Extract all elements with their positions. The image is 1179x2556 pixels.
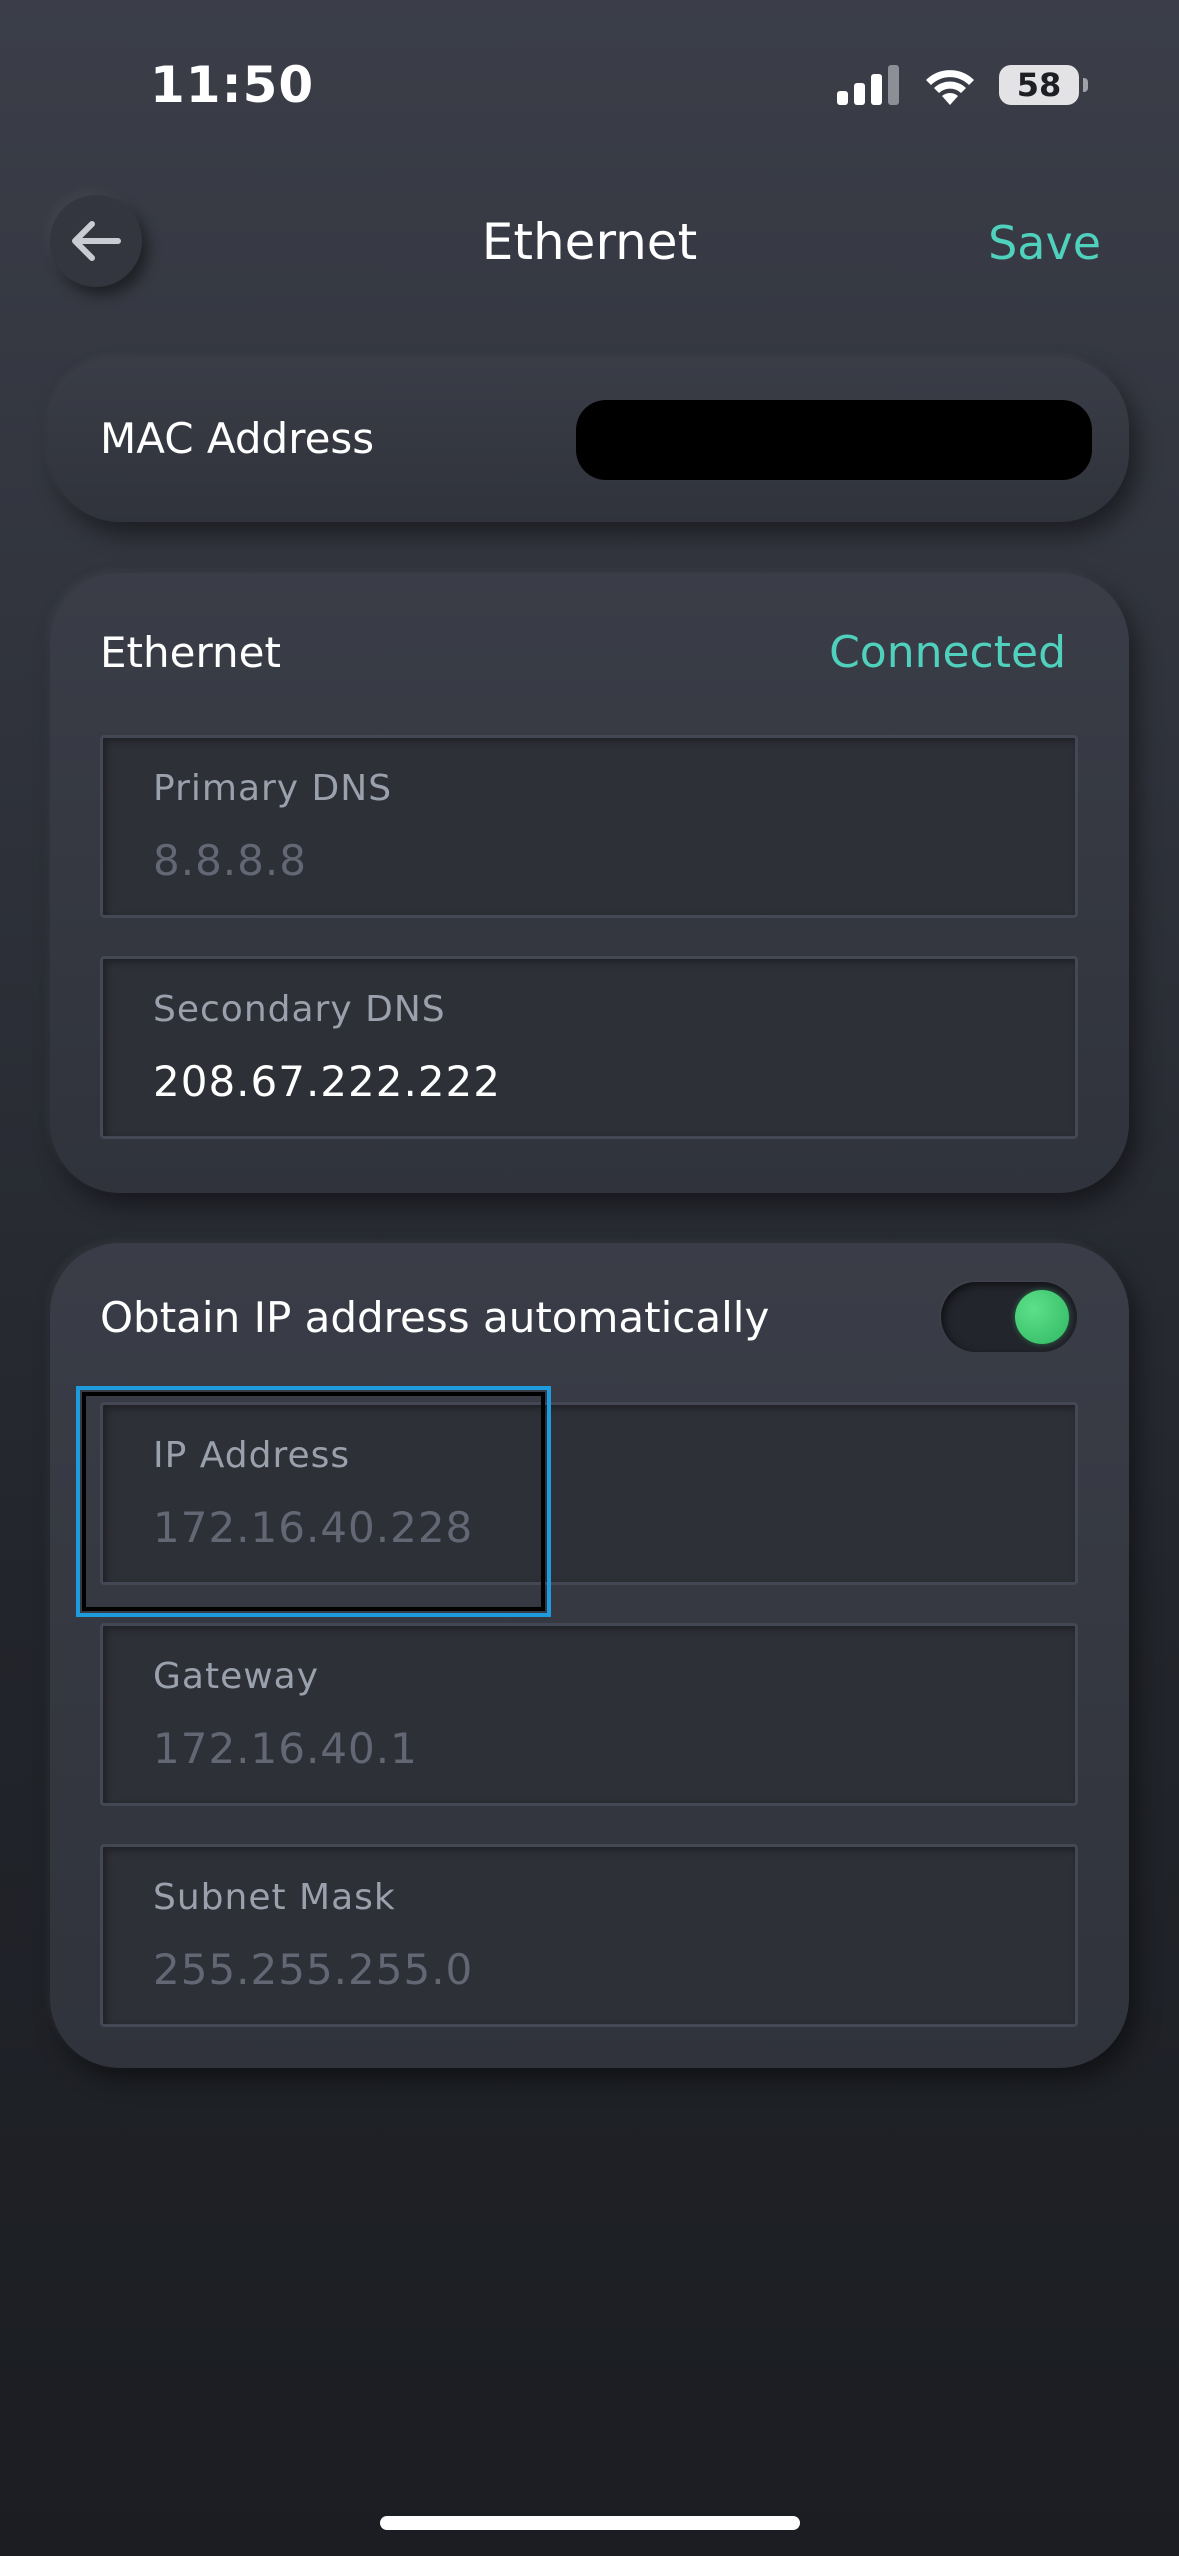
primary-dns-label: Primary DNS (153, 768, 393, 809)
status-icons: 58 (837, 60, 1088, 110)
subnet-mask-field[interactable]: Subnet Mask 255.255.255.0 (100, 1844, 1078, 2027)
battery-level: 58 (1016, 66, 1062, 104)
selection-highlight-inner (82, 1392, 545, 1611)
cellular-signal-icon (837, 65, 899, 105)
subnet-mask-label: Subnet Mask (153, 1877, 396, 1918)
status-time: 11:50 (150, 56, 315, 114)
ethernet-section-title: Ethernet (100, 628, 281, 677)
mac-address-redacted (576, 400, 1092, 480)
gateway-label: Gateway (153, 1656, 320, 1697)
obtain-ip-auto-label: Obtain IP address automatically (100, 1293, 770, 1342)
mac-address-label: MAC Address (100, 414, 375, 463)
connection-status: Connected (829, 627, 1066, 678)
primary-dns-field[interactable]: Primary DNS 8.8.8.8 (100, 735, 1078, 918)
primary-dns-value: 8.8.8.8 (153, 836, 307, 885)
secondary-dns-value: 208.67.222.222 (153, 1057, 501, 1106)
wifi-icon (926, 70, 974, 105)
obtain-ip-auto-toggle[interactable] (941, 1282, 1077, 1352)
gateway-value: 172.16.40.1 (153, 1724, 418, 1773)
secondary-dns-field[interactable]: Secondary DNS 208.67.222.222 (100, 956, 1078, 1139)
home-indicator[interactable] (380, 2516, 800, 2530)
secondary-dns-label: Secondary DNS (153, 989, 446, 1030)
selection-highlight (76, 1386, 551, 1617)
subnet-mask-value: 255.255.255.0 (153, 1945, 474, 1994)
save-button[interactable]: Save (988, 216, 1101, 270)
battery-tip (1083, 78, 1088, 92)
gateway-field[interactable]: Gateway 172.16.40.1 (100, 1623, 1078, 1806)
toggle-knob (1015, 1290, 1069, 1344)
battery-indicator: 58 (999, 65, 1088, 105)
